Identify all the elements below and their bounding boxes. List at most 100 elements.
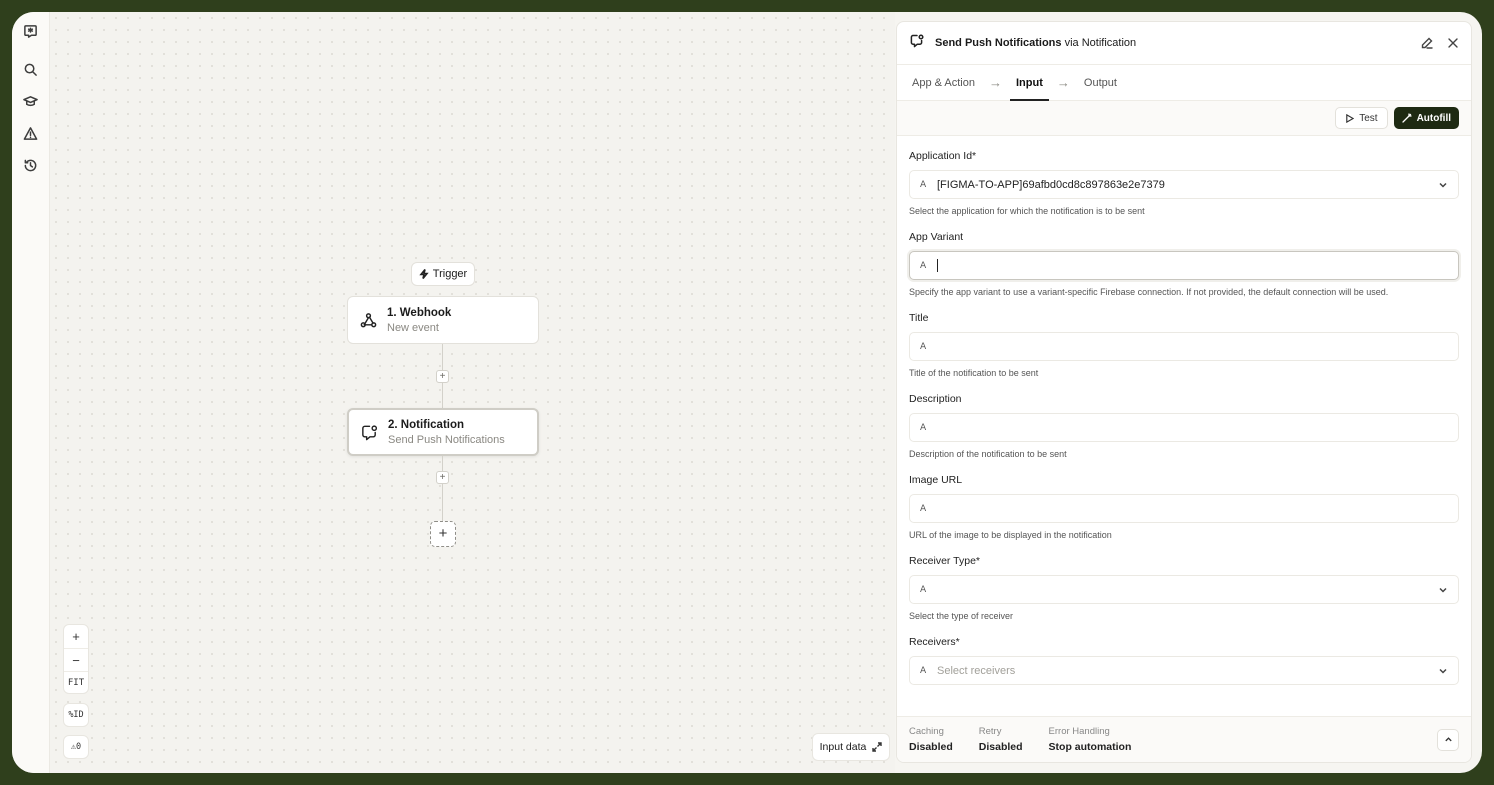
field-label: App Variant [909,231,964,243]
webhook-icon [358,310,378,330]
chevron-up-icon [1444,737,1452,742]
autofill-button[interactable]: Autofill [1393,107,1459,129]
panel-tabs: App & Action → Input → Output [897,65,1471,101]
tab-arrow-icon: → [989,75,1002,90]
field-help: Description of the notification to be se… [909,449,1067,459]
text-type-icon: A [920,179,927,190]
text-cursor [937,259,938,272]
footer-key: Retry [978,726,1002,737]
left-rail [12,12,50,773]
text-type-icon: A [920,503,927,514]
app-window: Trigger 1. Webhook New event + 2. Notifi… [12,12,1482,773]
workflow-node-webhook[interactable]: 1. Webhook New event [347,296,539,344]
field-label: Receiver Type* [909,555,981,567]
image-url-input[interactable]: A [909,494,1459,523]
field-description: Description A Description of the notific… [909,393,1459,459]
insert-step-button[interactable]: + [436,471,449,484]
field-help: Select the type of receiver [909,611,1014,621]
chevron-down-icon[interactable] [1438,180,1448,190]
text-type-icon: A [920,422,927,433]
input-form: Application Id* A [FIGMA-TO-APP]69afbd0c… [897,136,1471,685]
title-input[interactable]: A [909,332,1459,361]
edit-icon[interactable] [1421,37,1433,49]
step-config-panel: Send Push Notifications via Notification… [896,21,1472,763]
footer-value: Disabled [909,741,953,753]
panel-title-app: Notification [1081,37,1137,49]
field-help: URL of the image to be displayed in the … [909,530,1112,540]
warnings-count-button[interactable]: ⚠0 [63,735,89,759]
panel-title-via: via [1061,37,1082,49]
warning-icon[interactable] [18,120,44,146]
fit-view-button[interactable]: FIT [64,671,88,694]
footer-key: Caching [909,726,944,737]
graduation-cap-icon[interactable] [18,88,44,114]
field-label: Receivers* [909,636,960,648]
logo-icon[interactable] [18,18,44,44]
field-value: [FIGMA-TO-APP]69afbd0cd8c897863e2e7379 [937,178,1165,191]
node-subtitle: Send Push Notifications [388,433,505,446]
notification-icon [359,422,379,442]
field-app-variant: App Variant A Specify the app variant to… [909,231,1459,297]
trigger-label: Trigger [432,268,468,280]
insert-step-button[interactable]: + [436,370,449,383]
autofill-label: Autofill [1416,112,1451,124]
description-input[interactable]: A [909,413,1459,442]
field-help: Specify the app variant to use a variant… [909,287,1389,297]
panel-footer: Caching Disabled Retry Disabled Error Ha… [897,716,1471,762]
magic-wand-icon [1401,113,1412,123]
tab-output[interactable]: Output [1084,65,1117,101]
workflow-node-notification[interactable]: 2. Notification Send Push Notifications [347,408,539,456]
field-label: Title [909,312,929,324]
footer-key: Error Handling [1048,726,1110,737]
input-data-button[interactable]: Input data [812,733,890,761]
field-label: Image URL [909,474,963,486]
tab-arrow-icon: → [1056,75,1070,90]
footer-retry[interactable]: Retry Disabled [979,726,1023,753]
panel-toolbar: Test Autofill [897,101,1471,136]
workflow-canvas[interactable]: Trigger 1. Webhook New event + 2. Notifi… [50,12,895,773]
add-step-button[interactable]: + [430,521,456,547]
history-icon[interactable] [18,152,44,178]
field-label: Application Id* [909,150,977,162]
play-icon [1346,113,1355,123]
field-help: Title of the notification to be sent [909,368,1039,378]
zoom-in-button[interactable]: + [64,625,88,648]
footer-error-handling[interactable]: Error Handling Stop automation [1049,726,1132,753]
panel-title: Send Push Notifications via Notification [935,37,1136,49]
field-title: Title A Title of the notification to be … [909,312,1459,378]
expand-icon [872,742,883,752]
toggle-ids-button[interactable]: %ID [63,703,89,727]
tab-app-action[interactable]: App & Action [912,65,975,101]
close-icon[interactable] [1447,37,1459,49]
application-id-select[interactable]: A [FIGMA-TO-APP]69afbd0cd8c897863e2e7379 [909,170,1459,199]
text-type-icon: A [920,341,927,352]
footer-caching[interactable]: Caching Disabled [909,726,953,753]
test-label: Test [1359,112,1378,124]
node-title: 2. Notification [388,418,465,431]
app-variant-input[interactable]: A [909,251,1459,280]
footer-value: Stop automation [1048,741,1132,753]
search-icon[interactable] [18,56,44,82]
text-type-icon: A [920,665,927,676]
input-data-label: Input data [819,741,867,753]
field-application-id: Application Id* A [FIGMA-TO-APP]69afbd0c… [909,150,1459,216]
trigger-badge[interactable]: Trigger [411,262,475,286]
node-title: 1. Webhook [387,306,452,319]
bolt-icon [419,269,429,279]
chevron-down-icon[interactable] [1438,666,1448,676]
text-type-icon: A [920,584,927,595]
field-receivers: Receivers* A Select receivers [909,636,1459,685]
zoom-out-button[interactable]: − [64,648,88,671]
tab-input[interactable]: Input [1010,65,1049,101]
footer-expand-button[interactable] [1437,728,1459,751]
field-receiver-type: Receiver Type* A Select the type of rece… [909,555,1459,621]
receivers-select[interactable]: A Select receivers [909,656,1459,685]
panel-header: Send Push Notifications via Notification [897,22,1471,65]
test-button[interactable]: Test [1335,107,1388,129]
node-subtitle: New event [387,321,439,334]
zoom-controls: + − FIT [63,624,89,694]
panel-title-action: Send Push Notifications [935,37,1062,49]
field-help: Select the application for which the not… [909,206,1145,216]
chevron-down-icon[interactable] [1438,585,1448,595]
receiver-type-select[interactable]: A [909,575,1459,604]
